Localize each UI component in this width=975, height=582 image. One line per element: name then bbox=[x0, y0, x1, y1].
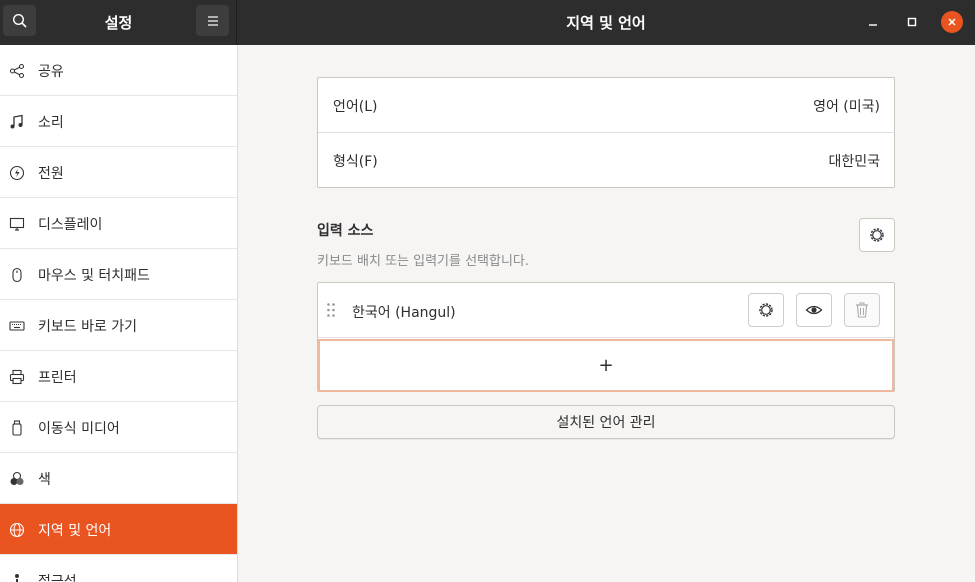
mouse-icon bbox=[8, 266, 26, 284]
menu-button[interactable] bbox=[196, 5, 229, 36]
formats-value: 대한민국 bbox=[828, 154, 880, 170]
printer-icon bbox=[8, 368, 26, 386]
music-note-icon bbox=[8, 113, 26, 131]
sidebar-item-label: 이동식 미디어 bbox=[38, 421, 120, 437]
input-source-preview-button[interactable] bbox=[796, 293, 832, 327]
sidebar-item-keyboard[interactable]: 키보드 바로 가기 bbox=[0, 300, 237, 351]
sidebar-item-printers[interactable]: 프린터 bbox=[0, 351, 237, 402]
minimize-icon bbox=[869, 24, 877, 26]
language-label: 언어(L) bbox=[333, 99, 378, 115]
sidebar-item-label: 색 bbox=[38, 472, 51, 488]
close-button[interactable] bbox=[941, 11, 963, 33]
header-bar: 설정 지역 및 언어 bbox=[0, 0, 975, 45]
display-icon bbox=[8, 215, 26, 233]
trash-icon bbox=[856, 302, 868, 318]
color-icon bbox=[8, 470, 26, 488]
language-settings-box: 언어(L) 영어 (미국) 형식(F) 대한민국 bbox=[317, 77, 895, 188]
sidebar-item-label: 소리 bbox=[38, 115, 64, 131]
sidebar-item-sound[interactable]: 소리 bbox=[0, 96, 237, 147]
sidebar-item-label: 접근성 bbox=[38, 574, 77, 582]
power-icon bbox=[8, 164, 26, 182]
sidebar-item-label: 프린터 bbox=[38, 370, 77, 386]
usb-drive-icon bbox=[8, 419, 26, 437]
language-value: 영어 (미국) bbox=[813, 99, 880, 115]
sidebar-item-power[interactable]: 전원 bbox=[0, 147, 237, 198]
share-icon bbox=[8, 62, 26, 80]
minimize-button[interactable] bbox=[862, 11, 884, 33]
globe-icon bbox=[8, 521, 26, 539]
sidebar-item-color[interactable]: 색 bbox=[0, 453, 237, 504]
close-icon bbox=[948, 18, 956, 26]
drag-handle-icon[interactable] bbox=[326, 302, 336, 318]
sidebar-item-label: 디스플레이 bbox=[38, 217, 103, 233]
sidebar-item-region-language[interactable]: 지역 및 언어 bbox=[0, 504, 237, 555]
keyboard-icon bbox=[8, 317, 26, 335]
input-sources-options-button[interactable] bbox=[859, 218, 895, 252]
input-source-remove-button[interactable] bbox=[844, 293, 880, 327]
gear-icon bbox=[759, 303, 773, 317]
accessibility-icon bbox=[8, 572, 26, 582]
settings-header: 설정 bbox=[0, 0, 237, 45]
sidebar-item-label: 전원 bbox=[38, 166, 64, 182]
input-source-name: 한국어 (Hangul) bbox=[352, 305, 456, 321]
input-sources-title: 입력 소스 bbox=[317, 223, 374, 239]
sidebar-item-accessibility[interactable]: 접근성 bbox=[0, 555, 237, 582]
eye-icon bbox=[805, 305, 823, 315]
sidebar-item-label: 지역 및 언어 bbox=[38, 523, 112, 539]
input-source-settings-button[interactable] bbox=[748, 293, 784, 327]
sidebar-item-sharing[interactable]: 공유 bbox=[0, 45, 237, 96]
sidebar-item-label: 공유 bbox=[38, 64, 64, 80]
language-row[interactable]: 언어(L) 영어 (미국) bbox=[318, 78, 894, 133]
sidebar: 공유 소리 전원 디스플레이 마우스 및 터치패드 키보드 바로 가기 프린터 … bbox=[0, 45, 238, 582]
sidebar-item-mouse[interactable]: 마우스 및 터치패드 bbox=[0, 249, 237, 300]
formats-row[interactable]: 형식(F) 대한민국 bbox=[318, 133, 894, 188]
main-content: 언어(L) 영어 (미국) 형식(F) 대한민국 입력 소스 키보드 배치 또는… bbox=[238, 45, 975, 582]
plus-icon: + bbox=[598, 354, 614, 376]
maximize-icon bbox=[907, 17, 917, 27]
add-input-source-button[interactable]: + bbox=[318, 339, 894, 392]
gear-icon bbox=[870, 228, 884, 242]
manage-installed-languages-button[interactable]: 설치된 언어 관리 bbox=[317, 405, 895, 439]
sidebar-item-display[interactable]: 디스플레이 bbox=[0, 198, 237, 249]
maximize-button[interactable] bbox=[901, 11, 923, 33]
input-sources-subtitle: 키보드 배치 또는 입력기를 선택합니다. bbox=[317, 254, 530, 269]
formats-label: 형식(F) bbox=[333, 154, 378, 170]
input-sources-list: 한국어 (Hangul) + bbox=[317, 282, 895, 392]
input-source-row[interactable]: 한국어 (Hangul) bbox=[318, 283, 894, 338]
sidebar-item-label: 키보드 바로 가기 bbox=[38, 319, 138, 335]
hamburger-menu-icon bbox=[207, 15, 218, 26]
sidebar-item-label: 마우스 및 터치패드 bbox=[38, 268, 150, 284]
sidebar-item-removable-media[interactable]: 이동식 미디어 bbox=[0, 402, 237, 453]
